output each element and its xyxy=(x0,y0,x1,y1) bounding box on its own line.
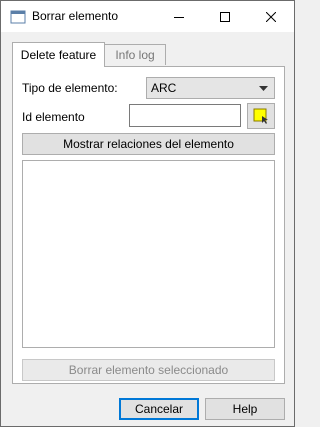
delete-selected-button[interactable]: Borrar elemento seleccionado xyxy=(22,359,275,381)
relations-list[interactable] xyxy=(22,160,275,348)
tab-panel: Tipo de elemento: ARC Id elemento Mostra… xyxy=(12,66,285,384)
minimize-icon xyxy=(173,16,184,18)
feature-type-label: Tipo de elemento: xyxy=(22,81,118,95)
tab-delete-feature[interactable]: Delete feature xyxy=(12,42,105,67)
window-title: Borrar elemento xyxy=(32,9,119,23)
tab-info-log[interactable]: Info log xyxy=(105,44,166,65)
cancel-button[interactable]: Cancelar xyxy=(119,398,199,420)
minimize-button[interactable] xyxy=(156,1,201,32)
feature-id-label: Id elemento xyxy=(22,110,85,124)
select-feature-button[interactable] xyxy=(247,103,275,129)
close-button[interactable] xyxy=(248,1,293,32)
close-icon xyxy=(265,11,276,22)
title-bar[interactable]: Borrar elemento xyxy=(1,1,294,32)
maximize-icon xyxy=(219,11,230,22)
maximize-button[interactable] xyxy=(202,1,247,32)
feature-id-input[interactable] xyxy=(129,104,241,127)
help-button[interactable]: Help xyxy=(205,398,285,420)
show-relations-button[interactable]: Mostrar relaciones del elemento xyxy=(22,133,275,155)
feature-type-value: ARC xyxy=(151,81,177,95)
select-feature-icon xyxy=(253,108,268,124)
dialog-window: Borrar elemento Delete feature Info log … xyxy=(0,0,295,427)
chevron-down-icon xyxy=(259,86,268,91)
app-icon xyxy=(10,9,26,25)
feature-type-dropdown[interactable]: ARC xyxy=(146,77,275,99)
